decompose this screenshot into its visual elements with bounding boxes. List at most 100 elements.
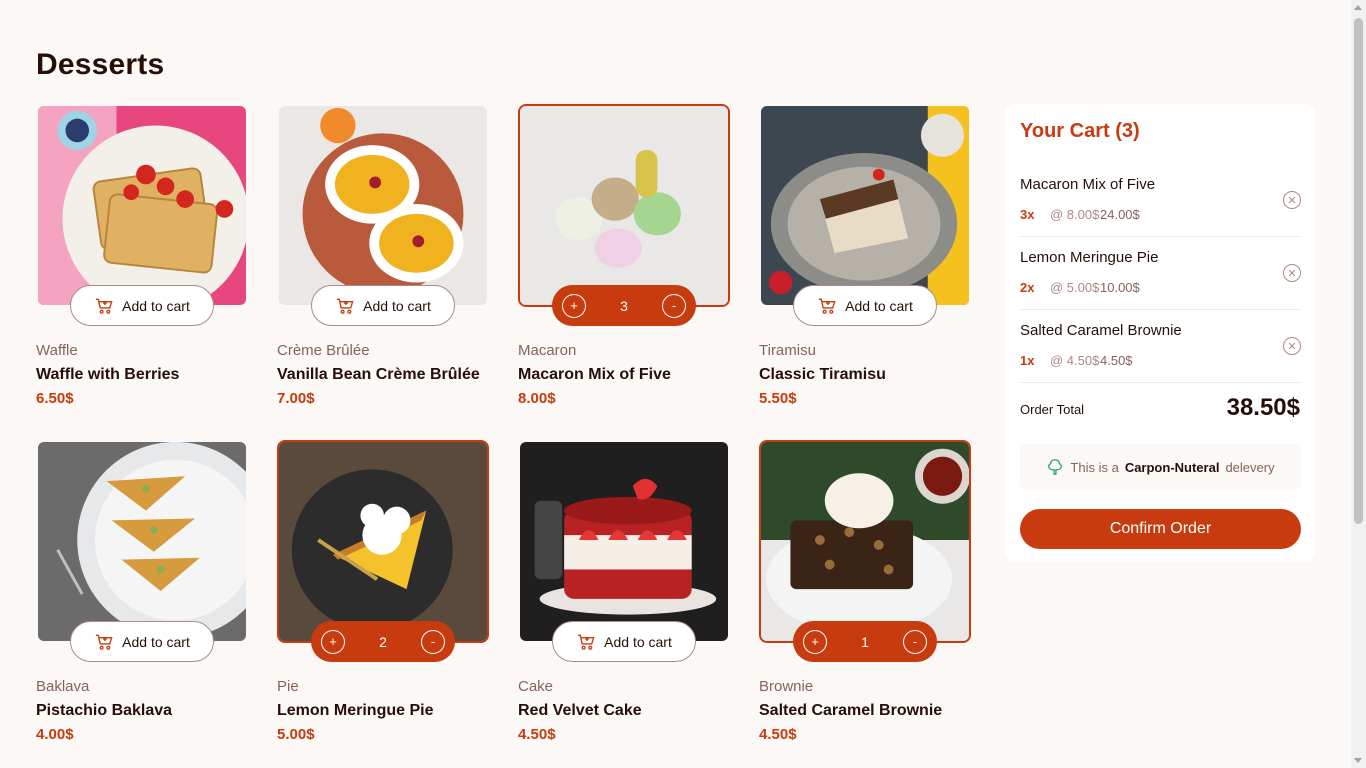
add-to-cart-label: Add to cart [122,297,190,314]
product-name: Salted Caramel Brownie [759,702,943,719]
decrement-button[interactable]: - [661,293,686,318]
cart-item-qty: 1x [1020,353,1035,368]
product-name: Waffle with Berries [36,366,180,383]
scrollbar[interactable] [1351,0,1366,768]
product-category: Waffle [36,342,78,359]
product-image [518,440,730,643]
quantity-value: 3 [620,297,628,314]
increment-button[interactable]: + [562,293,586,318]
product-price: 6.50$ [36,390,74,407]
carbon-neutral-notice: This is a Carpon-Nuteral delevery [1020,444,1301,490]
product-card: Add to cart Baklava Pistachio Baklava 4.00$ [36,440,248,768]
decrement-button[interactable]: - [902,629,927,654]
increment-button[interactable]: + [803,629,827,654]
cart-panel: Your Cart (3) Macaron Mix of Five 3x @ 8… [1005,104,1315,562]
cart-item-unit-price: @ 5.00$ [1050,280,1100,295]
product-price: 4.50$ [518,726,556,743]
carbon-bold: Carpon-Nuteral [1124,459,1220,475]
add-to-cart-label: Add to cart [845,297,913,314]
product-category: Macaron [518,342,577,359]
cart-item: Salted Caramel Brownie 1x @ 4.50$ 4.50$ … [1020,310,1301,383]
remove-item-button[interactable]: ✕ [1283,264,1301,282]
cart-item-total: 24.00$ [1100,207,1140,222]
cart-item-qty: 3x [1020,207,1035,222]
order-total-label: Order Total [1020,402,1085,417]
cart-item-name: Salted Caramel Brownie [1020,322,1182,339]
product-image [36,440,248,643]
decrement-button[interactable]: - [420,629,445,654]
close-icon: ✕ [1287,340,1297,353]
product-name: Vanilla Bean Crème Brûlée [277,366,480,383]
cart-item-name: Macaron Mix of Five [1020,176,1156,193]
product-name: Macaron Mix of Five [518,366,671,383]
product-name: Pistachio Baklava [36,702,173,719]
add-to-cart-icon [96,298,113,314]
product-card: + 2 - Pie Lemon Meringue Pie 5.00$ [277,440,489,768]
product-image [759,104,971,307]
product-category: Baklava [36,678,90,695]
quantity-value: 1 [861,633,869,650]
product-price: 4.50$ [759,726,797,743]
add-to-cart-label: Add to cart [604,633,672,650]
quantity-stepper: + 3 - [552,285,696,326]
product-category: Crème Brûlée [277,342,370,359]
cart-item: Lemon Meringue Pie 2x @ 5.00$ 10.00$ ✕ [1020,237,1301,310]
confirm-order-button[interactable]: Confirm Order [1020,509,1301,549]
product-price: 4.00$ [36,726,74,743]
add-to-cart-button[interactable]: Add to cart [70,285,214,326]
product-category: Cake [518,678,554,695]
close-icon: ✕ [1287,194,1297,207]
remove-item-button[interactable]: ✕ [1283,337,1301,355]
product-name: Lemon Meringue Pie [277,702,434,719]
product-card: + 1 - Brownie Salted Caramel Brownie 4.50$ [759,440,971,768]
product-card: Add to cart Crème Brûlée Vanilla Bean Crèm… [277,104,489,440]
remove-item-button[interactable]: ✕ [1283,191,1301,209]
product-image [277,104,489,307]
page-title: Desserts [36,48,165,81]
product-image [759,440,971,643]
product-category: Pie [277,678,299,695]
carbon-prefix: This is a [1070,459,1119,475]
add-to-cart-button[interactable]: Add to cart [311,285,455,326]
cart-title: Your Cart (3) [1020,120,1140,142]
product-card: + 3 - Macaron Macaron Mix of Five 8.00$ [518,104,730,440]
cart-item-name: Lemon Meringue Pie [1020,249,1159,266]
product-category: Tiramisu [759,342,816,359]
add-to-cart-icon [337,298,354,314]
add-to-cart-button[interactable]: Add to cart [70,621,214,662]
add-to-cart-label: Add to cart [363,297,431,314]
product-card: Add to cart Tiramisu Classic Tiramisu 5.50$ [759,104,971,440]
quantity-stepper: + 2 - [311,621,455,662]
add-to-cart-icon [96,634,113,650]
scroll-thumb[interactable] [1354,18,1363,524]
add-to-cart-icon [819,298,836,314]
product-category: Brownie [759,678,814,695]
product-price: 5.00$ [277,726,315,743]
product-image [518,104,730,307]
add-to-cart-button[interactable]: Add to cart [552,621,696,662]
cart-item-total: 10.00$ [1100,280,1140,295]
close-icon: ✕ [1287,267,1297,280]
increment-button[interactable]: + [321,629,345,654]
scroll-up-arrow-icon[interactable] [1354,5,1362,10]
scroll-down-arrow-icon[interactable] [1354,758,1362,763]
quantity-stepper: + 1 - [793,621,937,662]
product-price: 7.00$ [277,390,315,407]
product-image [36,104,248,307]
product-name: Red Velvet Cake [518,702,642,719]
add-to-cart-button[interactable]: Add to cart [793,285,937,326]
product-price: 8.00$ [518,390,556,407]
cart-item-qty: 2x [1020,280,1035,295]
product-image [277,440,489,643]
add-to-cart-label: Add to cart [122,633,190,650]
product-price: 5.50$ [759,390,797,407]
cart-item-unit-price: @ 8.00$ [1050,207,1100,222]
quantity-value: 2 [379,633,387,650]
product-card: Add to cart Waffle Waffle with Berries 6.50… [36,104,248,440]
product-name: Classic Tiramisu [759,366,886,383]
cart-item: Macaron Mix of Five 3x @ 8.00$ 24.00$ ✕ [1020,164,1301,237]
add-to-cart-icon [578,634,595,650]
tree-icon [1048,459,1063,475]
carbon-suffix: delevery [1225,459,1275,475]
product-card: Add to cart Cake Red Velvet Cake 4.50$ [518,440,730,768]
